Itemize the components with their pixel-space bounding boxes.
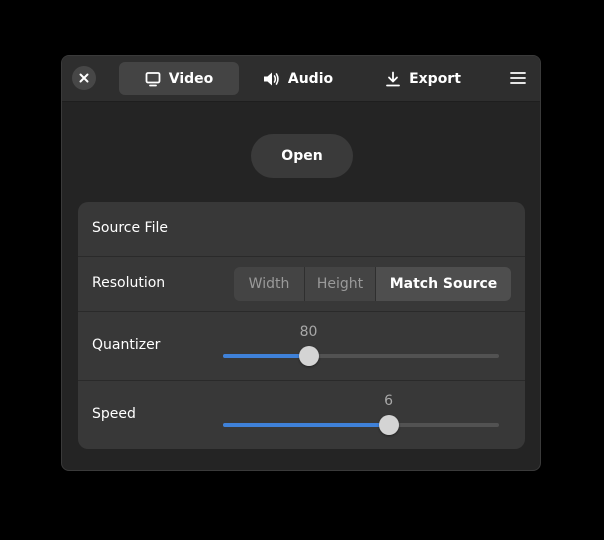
tab-label: Export [409, 70, 461, 87]
slider-value: 6 [384, 393, 394, 409]
slider-handle[interactable] [378, 415, 399, 435]
speed-slider[interactable]: 6 [223, 393, 499, 435]
quantizer-label: Quantizer [92, 337, 161, 353]
slider-handle[interactable] [298, 346, 319, 366]
hamburger-menu-icon [510, 72, 526, 84]
quantizer-row: Quantizer 80 [78, 312, 525, 381]
monitor-icon [145, 71, 161, 86]
tab-label: Video [168, 70, 214, 87]
tab-audio[interactable]: Audio [253, 62, 343, 95]
source-file-label: Source File [92, 220, 168, 236]
slider-value: 80 [299, 324, 318, 340]
resolution-width-button[interactable]: Width [234, 267, 305, 301]
main-menu-button[interactable] [510, 70, 526, 86]
speed-row: Speed 6 [78, 381, 525, 449]
resolution-label: Resolution [92, 275, 166, 291]
close-button[interactable] [72, 66, 96, 90]
app-window: Video Audio Export Open Source File Reso… [61, 55, 541, 471]
close-icon [79, 73, 89, 83]
settings-list: Source File Resolution Width Height Matc… [78, 202, 525, 449]
resolution-match-source-button[interactable]: Match Source [376, 267, 511, 301]
speaker-icon [263, 72, 279, 85]
header-bar: Video Audio Export [62, 56, 540, 102]
resolution-row: Resolution Width Height Match Source [78, 257, 525, 312]
quantizer-slider[interactable]: 80 [223, 324, 499, 366]
download-icon [386, 71, 400, 86]
source-file-row[interactable]: Source File [78, 202, 525, 257]
slider-fill [223, 423, 389, 427]
open-button[interactable]: Open [251, 134, 353, 178]
tab-video[interactable]: Video [119, 62, 239, 95]
resolution-height-button[interactable]: Height [305, 267, 376, 301]
resolution-toggle-group: Width Height Match Source [234, 267, 511, 301]
tab-label: Audio [287, 70, 334, 87]
open-button-label: Open [281, 148, 323, 164]
speed-label: Speed [92, 406, 136, 422]
tab-export[interactable]: Export [378, 62, 468, 95]
slider-fill [223, 354, 309, 358]
